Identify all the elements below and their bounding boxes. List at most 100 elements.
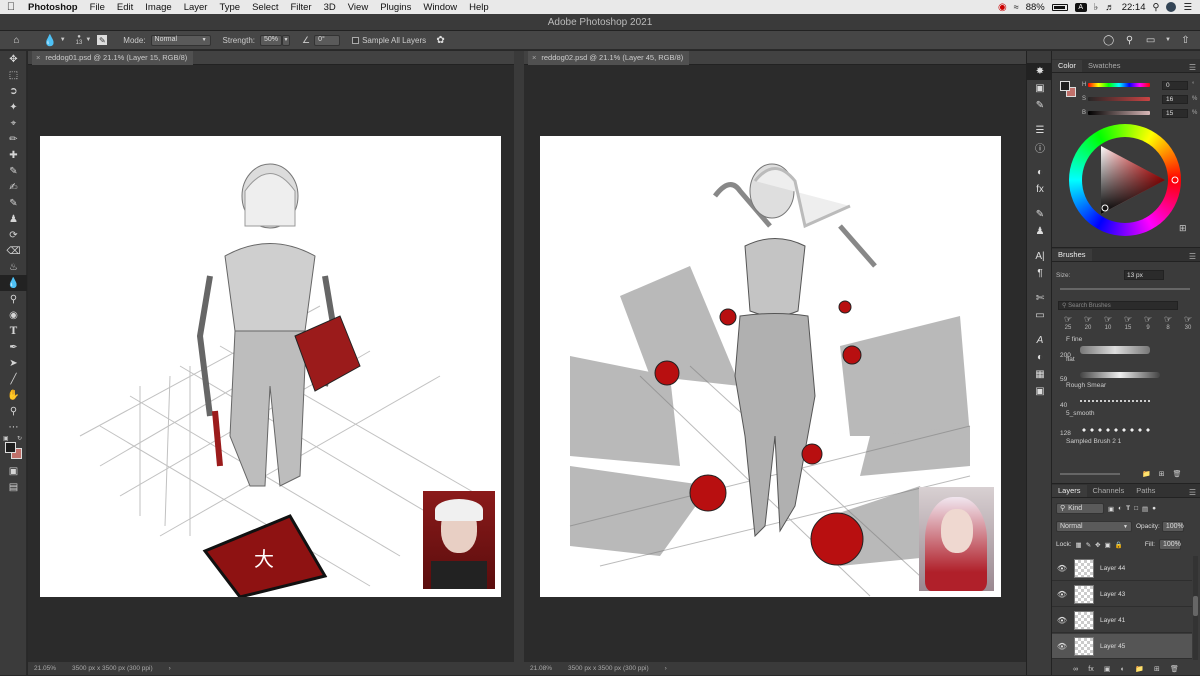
- document-tab-1[interactable]: × reddog01.psd @ 21.1% (Layer 15, RGB/8): [28, 50, 514, 65]
- panel-menu-icon[interactable]: ☰: [1189, 488, 1200, 497]
- brush-size-input[interactable]: 13 px: [1124, 270, 1164, 280]
- menu-filter[interactable]: Filter: [284, 2, 317, 13]
- eraser-tool-icon[interactable]: ⌫: [0, 243, 27, 259]
- hue-value[interactable]: 0: [1162, 80, 1188, 90]
- search-icon[interactable]: ⚲: [1153, 2, 1160, 13]
- lock-artboard-icon[interactable]: ▣: [1105, 541, 1111, 549]
- quick-select-tool-icon[interactable]: ✦: [0, 99, 27, 115]
- layers-scrollbar[interactable]: [1193, 556, 1198, 660]
- bluetooth-icon[interactable]: ♭: [1094, 2, 1098, 13]
- brush-item[interactable]: 200 flat: [1060, 346, 1166, 363]
- search-icon[interactable]: ⚲: [1123, 34, 1136, 47]
- swap-colors-icon[interactable]: ↻: [17, 435, 22, 442]
- chevron-down-icon[interactable]: ▼: [85, 37, 91, 43]
- hue-slider[interactable]: [1088, 83, 1150, 87]
- tab-paths[interactable]: Paths: [1130, 485, 1161, 497]
- brush-item[interactable]: 128 Sampled Brush 2 1: [1060, 426, 1166, 445]
- menu-help[interactable]: Help: [463, 2, 495, 13]
- canvas-2[interactable]: [540, 136, 1001, 597]
- chevron-right-icon[interactable]: ›: [665, 665, 667, 672]
- type-tool-icon[interactable]: T: [0, 323, 27, 339]
- history-panel-icon[interactable]: ◐: [1027, 349, 1053, 366]
- home-icon[interactable]: ⌂: [10, 34, 23, 47]
- menu-photoshop[interactable]: Photoshop: [22, 2, 84, 13]
- menu-edit[interactable]: Edit: [111, 2, 139, 13]
- filter-shape-icon[interactable]: □: [1134, 505, 1138, 512]
- color-triangle[interactable]: [1069, 124, 1181, 236]
- actions-panel-icon[interactable]: ▭: [1027, 307, 1053, 324]
- lock-image-icon[interactable]: ✎: [1086, 541, 1091, 549]
- lock-all-icon[interactable]: 🔒: [1115, 541, 1123, 549]
- visibility-eye-icon[interactable]: 👁: [1052, 564, 1072, 573]
- clock[interactable]: 22:14: [1122, 2, 1146, 13]
- layer-row[interactable]: 👁 Layer 41: [1052, 608, 1192, 633]
- control-center-icon[interactable]: ☰: [1183, 2, 1192, 13]
- color-swatches[interactable]: ▣ ↻: [0, 435, 27, 463]
- document-info-1[interactable]: 3500 px x 3500 px (300 ppi): [72, 665, 153, 672]
- brush-size-slider[interactable]: [1060, 288, 1190, 290]
- brush-item[interactable]: F fine: [1066, 336, 1166, 343]
- saturation-value[interactable]: 16: [1162, 94, 1188, 104]
- close-tab-icon[interactable]: ×: [532, 53, 536, 62]
- styles-panel-icon[interactable]: fx: [1027, 181, 1053, 198]
- filter-type-icon[interactable]: T: [1126, 505, 1130, 512]
- fill-input[interactable]: 100%: [1158, 539, 1181, 550]
- menu-plugins[interactable]: Plugins: [374, 2, 417, 13]
- brush-tip[interactable]: ☞ 8: [1160, 314, 1176, 331]
- user-avatar-icon[interactable]: [1166, 2, 1177, 12]
- brush-item[interactable]: 40 5_smooth: [1060, 400, 1166, 417]
- lock-transparent-icon[interactable]: ▦: [1076, 541, 1082, 549]
- chevron-right-icon[interactable]: ›: [169, 665, 171, 672]
- layer-row[interactable]: 👁 Layer 44: [1052, 556, 1192, 581]
- filter-toggle-icon[interactable]: ●: [1152, 505, 1156, 512]
- visibility-eye-icon[interactable]: 👁: [1052, 590, 1072, 599]
- dodge-tool-icon[interactable]: ⚲: [0, 291, 27, 307]
- workspace-icon[interactable]: ▭: [1144, 34, 1157, 47]
- brush-preset-picker[interactable]: ● 13: [76, 34, 83, 46]
- brush-tip[interactable]: ☞ 15: [1120, 314, 1136, 331]
- line-tool-icon[interactable]: ╱: [0, 371, 27, 387]
- document-window-1[interactable]: × reddog01.psd @ 21.1% (Layer 15, RGB/8)…: [28, 50, 514, 675]
- wifi-icon[interactable]: ≈: [1014, 2, 1019, 12]
- layers-scroll-thumb[interactable]: [1193, 596, 1198, 616]
- pen-tool-icon[interactable]: ✒: [0, 339, 27, 355]
- zoom-tool-icon[interactable]: ⚲: [0, 403, 27, 419]
- mode-dropdown[interactable]: Normal ▼: [150, 34, 211, 46]
- menu-select[interactable]: Select: [246, 2, 284, 13]
- crop-tool-icon[interactable]: ⌖: [0, 115, 27, 131]
- brush-tip[interactable]: ☞ 9: [1140, 314, 1156, 331]
- clone-source-panel-icon[interactable]: ♟: [1027, 223, 1053, 240]
- canvas-1[interactable]: 大: [40, 136, 501, 597]
- brightness-value[interactable]: 15: [1162, 108, 1188, 118]
- tab-color[interactable]: Color: [1052, 60, 1082, 72]
- default-colors-icon[interactable]: ▣: [3, 435, 9, 442]
- trash-icon[interactable]: 🗑: [1173, 470, 1182, 478]
- filter-adjustment-icon[interactable]: ◐: [1118, 505, 1122, 512]
- patterns-panel-icon[interactable]: ▣: [1027, 383, 1053, 400]
- brush-tip[interactable]: ☞ 30: [1180, 314, 1196, 331]
- pressure-icon[interactable]: ✿: [434, 34, 447, 47]
- brush-settings-panel-icon[interactable]: ✎: [1027, 206, 1053, 223]
- visibility-eye-icon[interactable]: 👁: [1052, 642, 1072, 651]
- clone-stamp-tool-icon[interactable]: ♟: [0, 211, 27, 227]
- path-select-tool-icon[interactable]: ➤: [0, 355, 27, 371]
- fx-icon[interactable]: fx: [1088, 666, 1093, 673]
- panel-menu-icon[interactable]: ☰: [1189, 252, 1200, 261]
- gradients-panel-icon[interactable]: ▦: [1027, 366, 1053, 383]
- filter-smart-object-icon[interactable]: ▤: [1142, 505, 1148, 513]
- battery-icon[interactable]: [1051, 3, 1068, 11]
- brightness-slider-row[interactable]: B 15 %: [1082, 108, 1197, 118]
- input-source-indicator[interactable]: A: [1074, 2, 1087, 12]
- layer-name[interactable]: Layer 41: [1100, 617, 1125, 624]
- color-swatch-pair[interactable]: [1060, 81, 1076, 99]
- brush-tool-icon[interactable]: ✎: [0, 163, 27, 179]
- new-brush-icon[interactable]: ⊞: [1159, 470, 1165, 478]
- document-divider[interactable]: [514, 51, 524, 675]
- screen-mode-icon[interactable]: ▤: [0, 479, 27, 495]
- strength-dropdown[interactable]: ▼: [282, 34, 290, 46]
- document-window-2[interactable]: × reddog02.psd @ 21.1% (Layer 45, RGB/8): [524, 50, 1026, 675]
- strength-input[interactable]: 50%: [260, 34, 282, 46]
- lock-position-icon[interactable]: ✥: [1095, 541, 1100, 549]
- blur-tool-icon[interactable]: 💧: [0, 275, 27, 291]
- brush-preview-slider[interactable]: [1060, 473, 1120, 475]
